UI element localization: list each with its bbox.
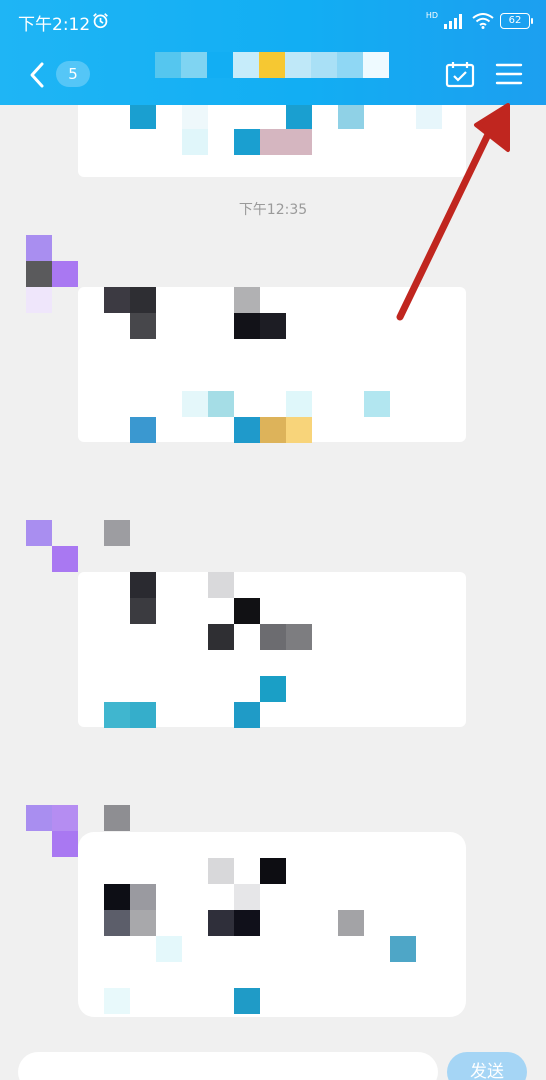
menu-icon[interactable] — [495, 62, 523, 86]
message-bubble[interactable] — [78, 572, 466, 728]
calendar-check-icon[interactable] — [445, 60, 475, 88]
network-type: HD — [425, 10, 438, 20]
back-arrow-icon[interactable] — [26, 60, 48, 90]
battery-indicator: 62 — [500, 13, 533, 29]
message-bubble[interactable] — [78, 832, 466, 1017]
wifi-icon — [472, 13, 494, 29]
alarm-icon — [93, 13, 108, 29]
status-time: 下午2:12 — [18, 15, 91, 35]
send-button[interactable]: 发送 — [447, 1052, 527, 1080]
chat-title-pixelated — [155, 52, 389, 78]
annotation-arrow — [396, 103, 510, 321]
signal-icon — [444, 14, 462, 29]
input-bar: 发送 — [0, 1040, 546, 1080]
status-icons: HD 62 — [425, 10, 533, 30]
unread-count-badge[interactable]: 5 — [56, 61, 90, 87]
message-input[interactable] — [18, 1052, 438, 1080]
header-bar: 下午2:12 HD 62 5 — [0, 0, 546, 105]
